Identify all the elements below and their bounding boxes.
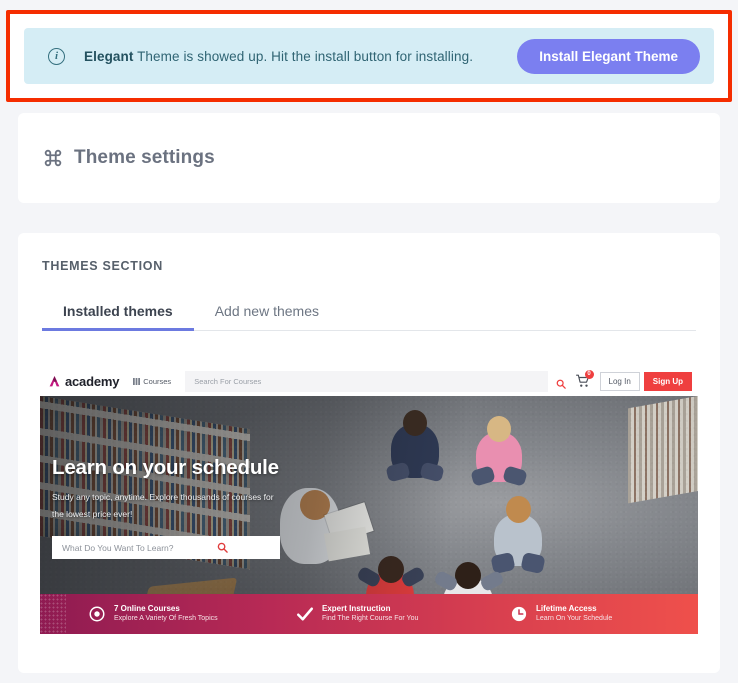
install-elegant-theme-button[interactable]: Install Elegant Theme <box>517 38 700 74</box>
notice-message-rest: Theme is showed up. Hit the install butt… <box>133 48 474 64</box>
feature-subtitle-1: Explore A Variety Of Fresh Topics <box>114 615 218 623</box>
notice-message-bold: Elegant <box>84 48 134 64</box>
search-icon[interactable] <box>217 542 272 553</box>
preview-login-button[interactable]: Log In <box>599 371 640 391</box>
feature-text-1: 7 Online Courses Explore A Variety Of Fr… <box>114 604 218 625</box>
feature-text-2: Expert Instruction Find The Right Course… <box>322 604 418 625</box>
feature-item-online-courses: 7 Online Courses Explore A Variety Of Fr… <box>40 604 276 625</box>
feature-title-3: Lifetime Access <box>536 603 597 613</box>
feature-title-1: 7 Online Courses <box>114 603 180 613</box>
shopping-cart-icon[interactable]: 0 <box>575 370 594 388</box>
page-title: Theme settings <box>74 147 215 168</box>
page-root: i Elegant Theme is showed up. Hit the in… <box>0 0 738 683</box>
preview-signup-button[interactable]: Sign Up <box>643 371 692 391</box>
tab-installed-themes[interactable]: Installed themes <box>42 303 194 331</box>
hero-content: Learn on your schedule Study any topic, … <box>52 456 352 560</box>
hero-subtitle: Study any topic, anytime. Explore thousa… <box>52 489 352 522</box>
preview-logo[interactable]: academy <box>48 374 119 389</box>
themes-tabs: Installed themes Add new themes <box>42 295 696 331</box>
hero-search-input[interactable]: What Do You Want To Learn? <box>52 536 280 560</box>
check-icon <box>296 605 314 623</box>
feature-text-3: Lifetime Access Learn On Your Schedule <box>536 604 612 625</box>
hero-search-placeholder: What Do You Want To Learn? <box>62 542 174 553</box>
feature-subtitle-3: Learn On Your Schedule <box>536 615 613 623</box>
preview-nav-courses[interactable]: Courses <box>133 377 171 386</box>
preview-logo-text: academy <box>65 373 120 389</box>
theme-install-notice: i Elegant Theme is showed up. Hit the in… <box>24 28 714 84</box>
preview-nav-courses-label: Courses <box>143 376 172 386</box>
feature-title-2: Expert Instruction <box>322 603 391 613</box>
feature-item-lifetime-access: Lifetime Access Learn On Your Schedule <box>484 604 698 625</box>
notice-message: Elegant Theme is showed up. Hit the inst… <box>84 49 517 64</box>
theme-preview-academy[interactable]: academy Courses Search For Courses 0 Log… <box>40 366 698 666</box>
info-circle-icon: i <box>48 47 65 65</box>
themes-section-label: THEMES SECTION <box>42 259 163 273</box>
preview-hero: Learn on your schedule Study any topic, … <box>40 396 698 634</box>
preview-navbar: academy Courses Search For Courses 0 Log… <box>40 366 698 396</box>
preview-search-placeholder: Search For Courses <box>194 376 262 386</box>
clock-icon <box>510 605 528 623</box>
academy-triangle-logo-icon <box>48 375 61 388</box>
feature-subtitle-2: Find The Right Course For You <box>322 615 419 623</box>
cart-count-badge: 0 <box>584 370 594 379</box>
theme-settings-card: Theme settings <box>18 113 720 203</box>
hero-title: Learn on your schedule <box>52 456 279 479</box>
search-icon[interactable] <box>556 376 566 389</box>
annotation-highlight-box: i Elegant Theme is showed up. Hit the in… <box>6 10 732 102</box>
target-icon <box>88 605 106 623</box>
grid-icon <box>133 377 141 385</box>
hero-subtitle-line-1: Study any topic, anytime. Explore thousa… <box>52 492 274 502</box>
feature-item-expert-instruction: Expert Instruction Find The Right Course… <box>276 604 484 625</box>
command-loop-icon <box>42 147 64 169</box>
preview-feature-bar: 7 Online Courses Explore A Variety Of Fr… <box>40 594 698 634</box>
tab-add-new-themes[interactable]: Add new themes <box>194 303 340 330</box>
preview-search-input[interactable]: Search For Courses <box>185 370 548 392</box>
hero-subtitle-line-2: the lowest price ever! <box>52 508 133 519</box>
